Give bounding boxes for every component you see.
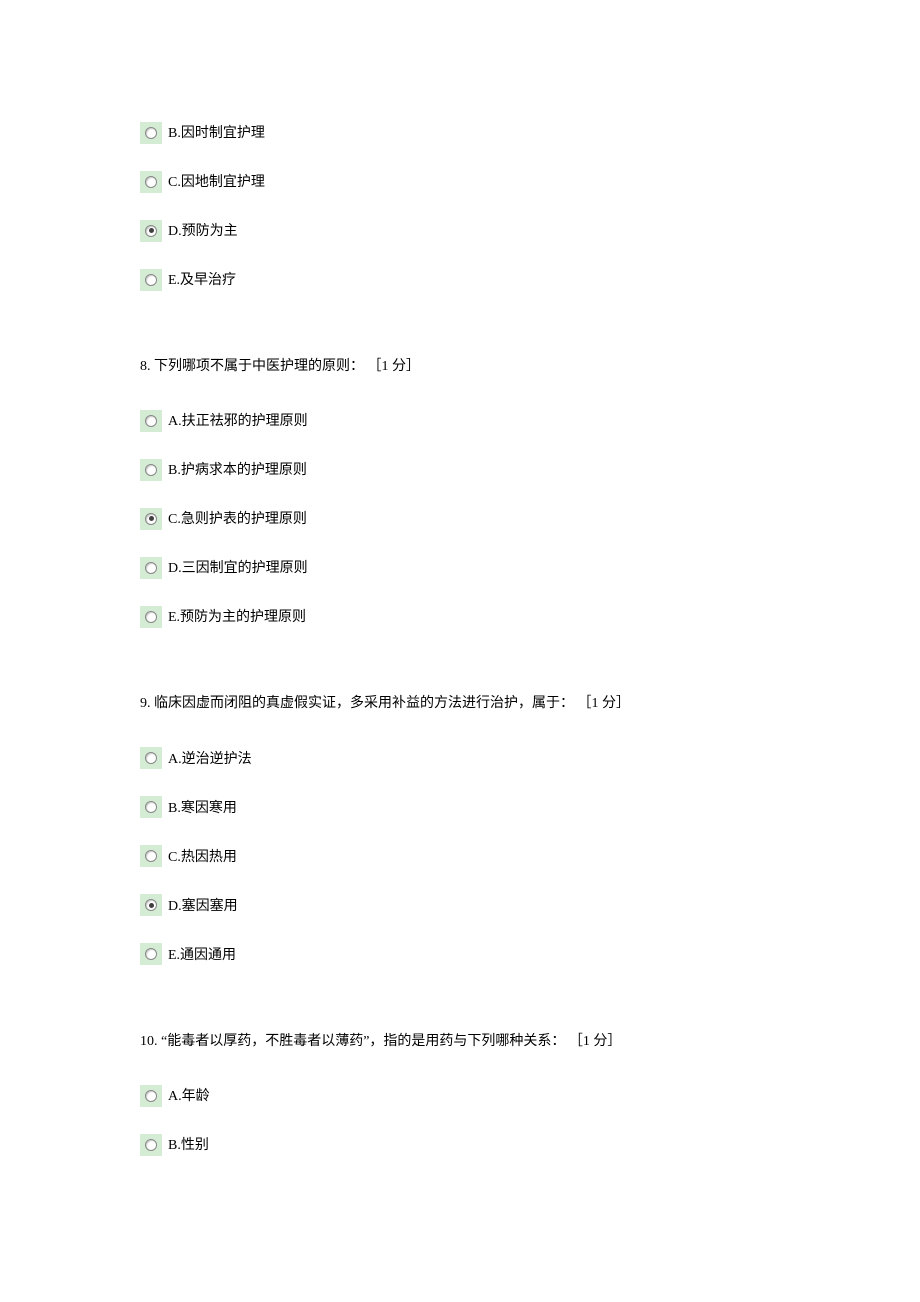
radio-button[interactable]	[140, 122, 162, 144]
option-row[interactable]: B.因时制宜护理	[140, 120, 780, 145]
radio-button[interactable]	[140, 171, 162, 193]
question-9-options: A.逆治逆护法 B.寒因寒用 C.热因热用 D.塞因塞用 E.通因通用	[140, 746, 780, 967]
option-label: B.因时制宜护理	[168, 120, 265, 145]
option-row[interactable]: D.三因制宜的护理原则	[140, 555, 780, 580]
option-label: B.性别	[168, 1132, 209, 1157]
radio-button[interactable]	[140, 1134, 162, 1156]
option-label: D.塞因塞用	[168, 893, 238, 918]
option-row[interactable]: A.年龄	[140, 1083, 780, 1108]
option-row[interactable]: A.扶正祛邪的护理原则	[140, 408, 780, 433]
radio-button[interactable]	[140, 269, 162, 291]
question-8-options: A.扶正祛邪的护理原则 B.护病求本的护理原则 C.急则护表的护理原则 D.三因…	[140, 408, 780, 629]
option-row[interactable]: B.寒因寒用	[140, 795, 780, 820]
option-label: B.护病求本的护理原则	[168, 457, 307, 482]
option-label: A.逆治逆护法	[168, 746, 252, 771]
option-row[interactable]: D.塞因塞用	[140, 893, 780, 918]
question-10-options: A.年龄 B.性别	[140, 1083, 780, 1157]
radio-button[interactable]	[140, 606, 162, 628]
option-row[interactable]: E.预防为主的护理原则	[140, 604, 780, 629]
option-row[interactable]: C.急则护表的护理原则	[140, 506, 780, 531]
option-row[interactable]: C.热因热用	[140, 844, 780, 869]
option-label: D.三因制宜的护理原则	[168, 555, 308, 580]
question-8-stem: 8. 下列哪项不属于中医护理的原则： ［1 分］	[140, 356, 780, 378]
radio-button[interactable]	[140, 1085, 162, 1107]
radio-button[interactable]	[140, 557, 162, 579]
radio-button[interactable]	[140, 410, 162, 432]
option-label: C.热因热用	[168, 844, 237, 869]
radio-button[interactable]	[140, 459, 162, 481]
question-7-options: B.因时制宜护理 C.因地制宜护理 D.预防为主 E.及早治疗	[140, 120, 780, 292]
option-label: E.通因通用	[168, 942, 236, 967]
option-label: A.扶正祛邪的护理原则	[168, 408, 308, 433]
radio-button-selected[interactable]	[140, 508, 162, 530]
radio-button[interactable]	[140, 845, 162, 867]
question-9-stem: 9. 临床因虚而闭阻的真虚假实证，多采用补益的方法进行治护，属于： ［1 分］	[140, 693, 780, 715]
option-label: C.因地制宜护理	[168, 169, 265, 194]
radio-button[interactable]	[140, 796, 162, 818]
option-row[interactable]: A.逆治逆护法	[140, 746, 780, 771]
option-label: C.急则护表的护理原则	[168, 506, 307, 531]
option-row[interactable]: B.护病求本的护理原则	[140, 457, 780, 482]
question-10-stem: 10. “能毒者以厚药，不胜毒者以薄药”，指的是用药与下列哪种关系： ［1 分］	[140, 1031, 780, 1053]
option-label: E.及早治疗	[168, 267, 236, 292]
option-row[interactable]: D.预防为主	[140, 218, 780, 243]
option-label: D.预防为主	[168, 218, 238, 243]
option-row[interactable]: E.通因通用	[140, 942, 780, 967]
option-row[interactable]: B.性别	[140, 1132, 780, 1157]
option-label: E.预防为主的护理原则	[168, 604, 306, 629]
radio-button[interactable]	[140, 943, 162, 965]
radio-button-selected[interactable]	[140, 220, 162, 242]
option-label: B.寒因寒用	[168, 795, 237, 820]
option-row[interactable]: C.因地制宜护理	[140, 169, 780, 194]
option-row[interactable]: E.及早治疗	[140, 267, 780, 292]
option-label: A.年龄	[168, 1083, 210, 1108]
radio-button-selected[interactable]	[140, 894, 162, 916]
radio-button[interactable]	[140, 747, 162, 769]
